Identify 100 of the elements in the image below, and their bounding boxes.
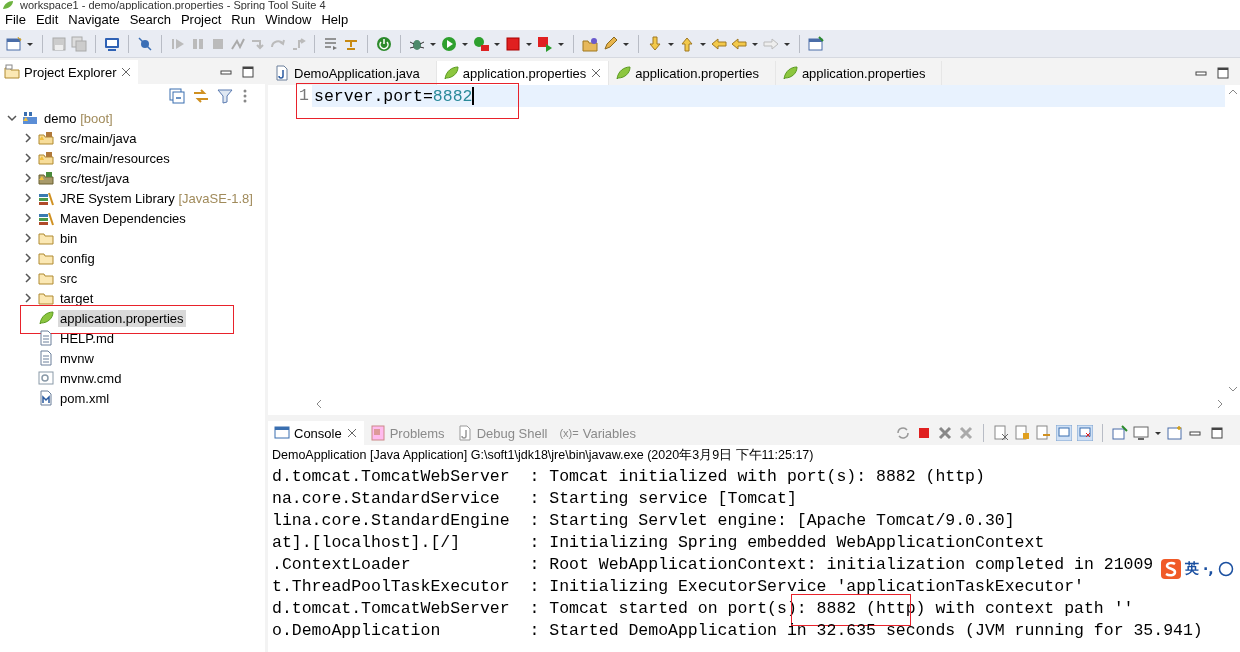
- menu-item[interactable]: Run: [226, 10, 261, 30]
- tree-item[interactable]: application.properties: [58, 309, 186, 327]
- menu-item[interactable]: Project: [175, 10, 227, 30]
- new-window-icon[interactable]: [6, 35, 22, 52]
- display-icon[interactable]: [1133, 425, 1149, 441]
- dropdown-arrow-icon[interactable]: [751, 40, 759, 47]
- new-console-icon[interactable]: [1167, 425, 1183, 441]
- tree-item[interactable]: Maven Dependencies: [58, 209, 188, 227]
- chevron-right-icon[interactable]: [22, 212, 34, 224]
- link-arrows-icon[interactable]: [193, 88, 209, 104]
- tree-item[interactable]: bin: [58, 229, 80, 247]
- tree-item[interactable]: target: [58, 289, 96, 307]
- pen-icon[interactable]: [602, 35, 618, 52]
- folder-icon: [38, 230, 54, 246]
- perspective-icon[interactable]: [808, 35, 824, 52]
- sync-icon[interactable]: [895, 425, 911, 441]
- run-toolbox-icon[interactable]: [473, 35, 489, 52]
- leaf-icon: [442, 65, 459, 81]
- console-icon: [274, 425, 290, 441]
- chevron-right-icon[interactable]: [22, 132, 34, 144]
- monitor-icon[interactable]: [104, 35, 120, 52]
- dropdown-arrow-icon[interactable]: [493, 40, 501, 47]
- ime-emoji-icon[interactable]: [1217, 561, 1234, 577]
- open-folder-icon[interactable]: [582, 35, 598, 52]
- package-folder-icon: [38, 130, 54, 146]
- dropdown-arrow-icon[interactable]: [525, 40, 533, 47]
- console-line: na.core.StandardService : Starting service [Tomcat]: [272, 489, 797, 508]
- dropdown-arrow-icon[interactable]: [557, 40, 565, 47]
- menu-item[interactable]: Navigate: [63, 10, 125, 30]
- chevron-down-icon[interactable]: [6, 112, 18, 124]
- chevron-right-icon[interactable]: [22, 272, 34, 284]
- console-line: d.tomcat.TomcatWebServer : Tomcat initialized with port(s): 8882 (http): [272, 467, 985, 486]
- menu-item[interactable]: Window: [260, 10, 317, 30]
- dropdown-arrow-icon[interactable]: [26, 40, 34, 47]
- filter-icon[interactable]: [217, 88, 233, 104]
- tree-item[interactable]: demo [boot]: [42, 109, 115, 127]
- view-tab[interactable]: Project Explorer: [0, 60, 139, 84]
- leaf-icon: [781, 65, 798, 81]
- ime-logo-icon[interactable]: [1161, 559, 1181, 579]
- tree-item[interactable]: src: [58, 269, 80, 287]
- chevron-right-icon[interactable]: [22, 152, 34, 164]
- menu-item[interactable]: Edit: [30, 10, 64, 30]
- show-output-icon[interactable]: [1056, 425, 1072, 441]
- remove-launch-icon[interactable]: [937, 425, 953, 441]
- tree-item[interactable]: config: [58, 249, 97, 267]
- tree-item[interactable]: JRE System Library [JavaSE-1.8]: [58, 189, 255, 207]
- scroll-up-icon[interactable]: [1226, 87, 1239, 97]
- chevron-right-icon[interactable]: [22, 292, 34, 304]
- dropdown-arrow-icon[interactable]: [667, 40, 675, 47]
- chevron-right-icon[interactable]: [22, 172, 34, 184]
- console-line: o.DemoApplication : Started DemoApplication in 32.635 seconds (JVM running for 35.941): [272, 621, 1203, 640]
- show-error-icon[interactable]: [1077, 425, 1093, 441]
- close-icon[interactable]: [120, 66, 133, 78]
- clear-console-icon[interactable]: [993, 425, 1009, 441]
- close-icon[interactable]: [590, 67, 603, 79]
- maven-document-icon: [38, 390, 54, 406]
- code-line: server.port=8882: [314, 86, 475, 106]
- view-menu-icon[interactable]: [241, 88, 249, 104]
- tree-item[interactable]: mvnw.cmd: [58, 369, 124, 387]
- collapse-all-icon[interactable]: [169, 88, 185, 104]
- scroll-left-icon[interactable]: [314, 397, 324, 410]
- relaunch-icon[interactable]: [537, 35, 553, 52]
- books-icon: [38, 210, 54, 226]
- maximize-icon[interactable]: [1210, 426, 1224, 440]
- stop-square-icon[interactable]: [505, 35, 521, 52]
- terminate-icon[interactable]: [916, 425, 932, 441]
- problems-icon: [369, 425, 386, 441]
- menu-item[interactable]: File: [0, 10, 31, 30]
- view-tab[interactable]: Console: [268, 421, 364, 445]
- maximize-icon[interactable]: [241, 65, 255, 79]
- list-arrow-icon[interactable]: [323, 35, 339, 52]
- tree-item[interactable]: src/test/java: [58, 169, 132, 187]
- dropdown-arrow-icon[interactable]: [461, 40, 469, 47]
- dropdown-arrow-icon[interactable]: [622, 40, 630, 47]
- dropdown-arrow-icon[interactable]: [1154, 430, 1162, 436]
- tree-item[interactable]: HELP.md: [58, 329, 116, 347]
- power-icon[interactable]: [376, 35, 392, 52]
- tree-item[interactable]: pom.xml: [58, 389, 112, 407]
- console-line: lina.core.StandardEngine : Starting Servlet engine: [Apache Tomcat/9.0.30]: [272, 511, 1015, 530]
- skip-breakpoints-icon[interactable]: [137, 35, 153, 52]
- dropdown-arrow-icon[interactable]: [699, 40, 707, 47]
- menu-item[interactable]: Search: [124, 10, 176, 30]
- chevron-right-icon[interactable]: [22, 232, 34, 244]
- tree-item[interactable]: src/main/resources: [58, 149, 172, 167]
- scroll-right-icon[interactable]: [1215, 397, 1225, 410]
- view-title: Project Explorer: [24, 64, 117, 80]
- chevron-right-icon[interactable]: [22, 192, 34, 204]
- scroll-down-icon[interactable]: [1226, 384, 1239, 394]
- ime-punctuation[interactable]: ·,: [1203, 561, 1214, 577]
- tree-item[interactable]: mvnw: [58, 349, 96, 367]
- close-icon[interactable]: [345, 427, 358, 439]
- chevron-right-icon[interactable]: [22, 252, 34, 264]
- editor-tab[interactable]: application.properties: [436, 61, 610, 85]
- dropdown-arrow-icon[interactable]: [429, 40, 437, 47]
- explorer-icon: [4, 64, 20, 80]
- ime-mode[interactable]: 英: [1185, 560, 1199, 578]
- tree-item[interactable]: src/main/java: [58, 129, 139, 147]
- dropdown-arrow-icon[interactable]: [783, 40, 791, 47]
- maximize-icon[interactable]: [1216, 65, 1230, 80]
- menu-item[interactable]: Help: [316, 10, 354, 30]
